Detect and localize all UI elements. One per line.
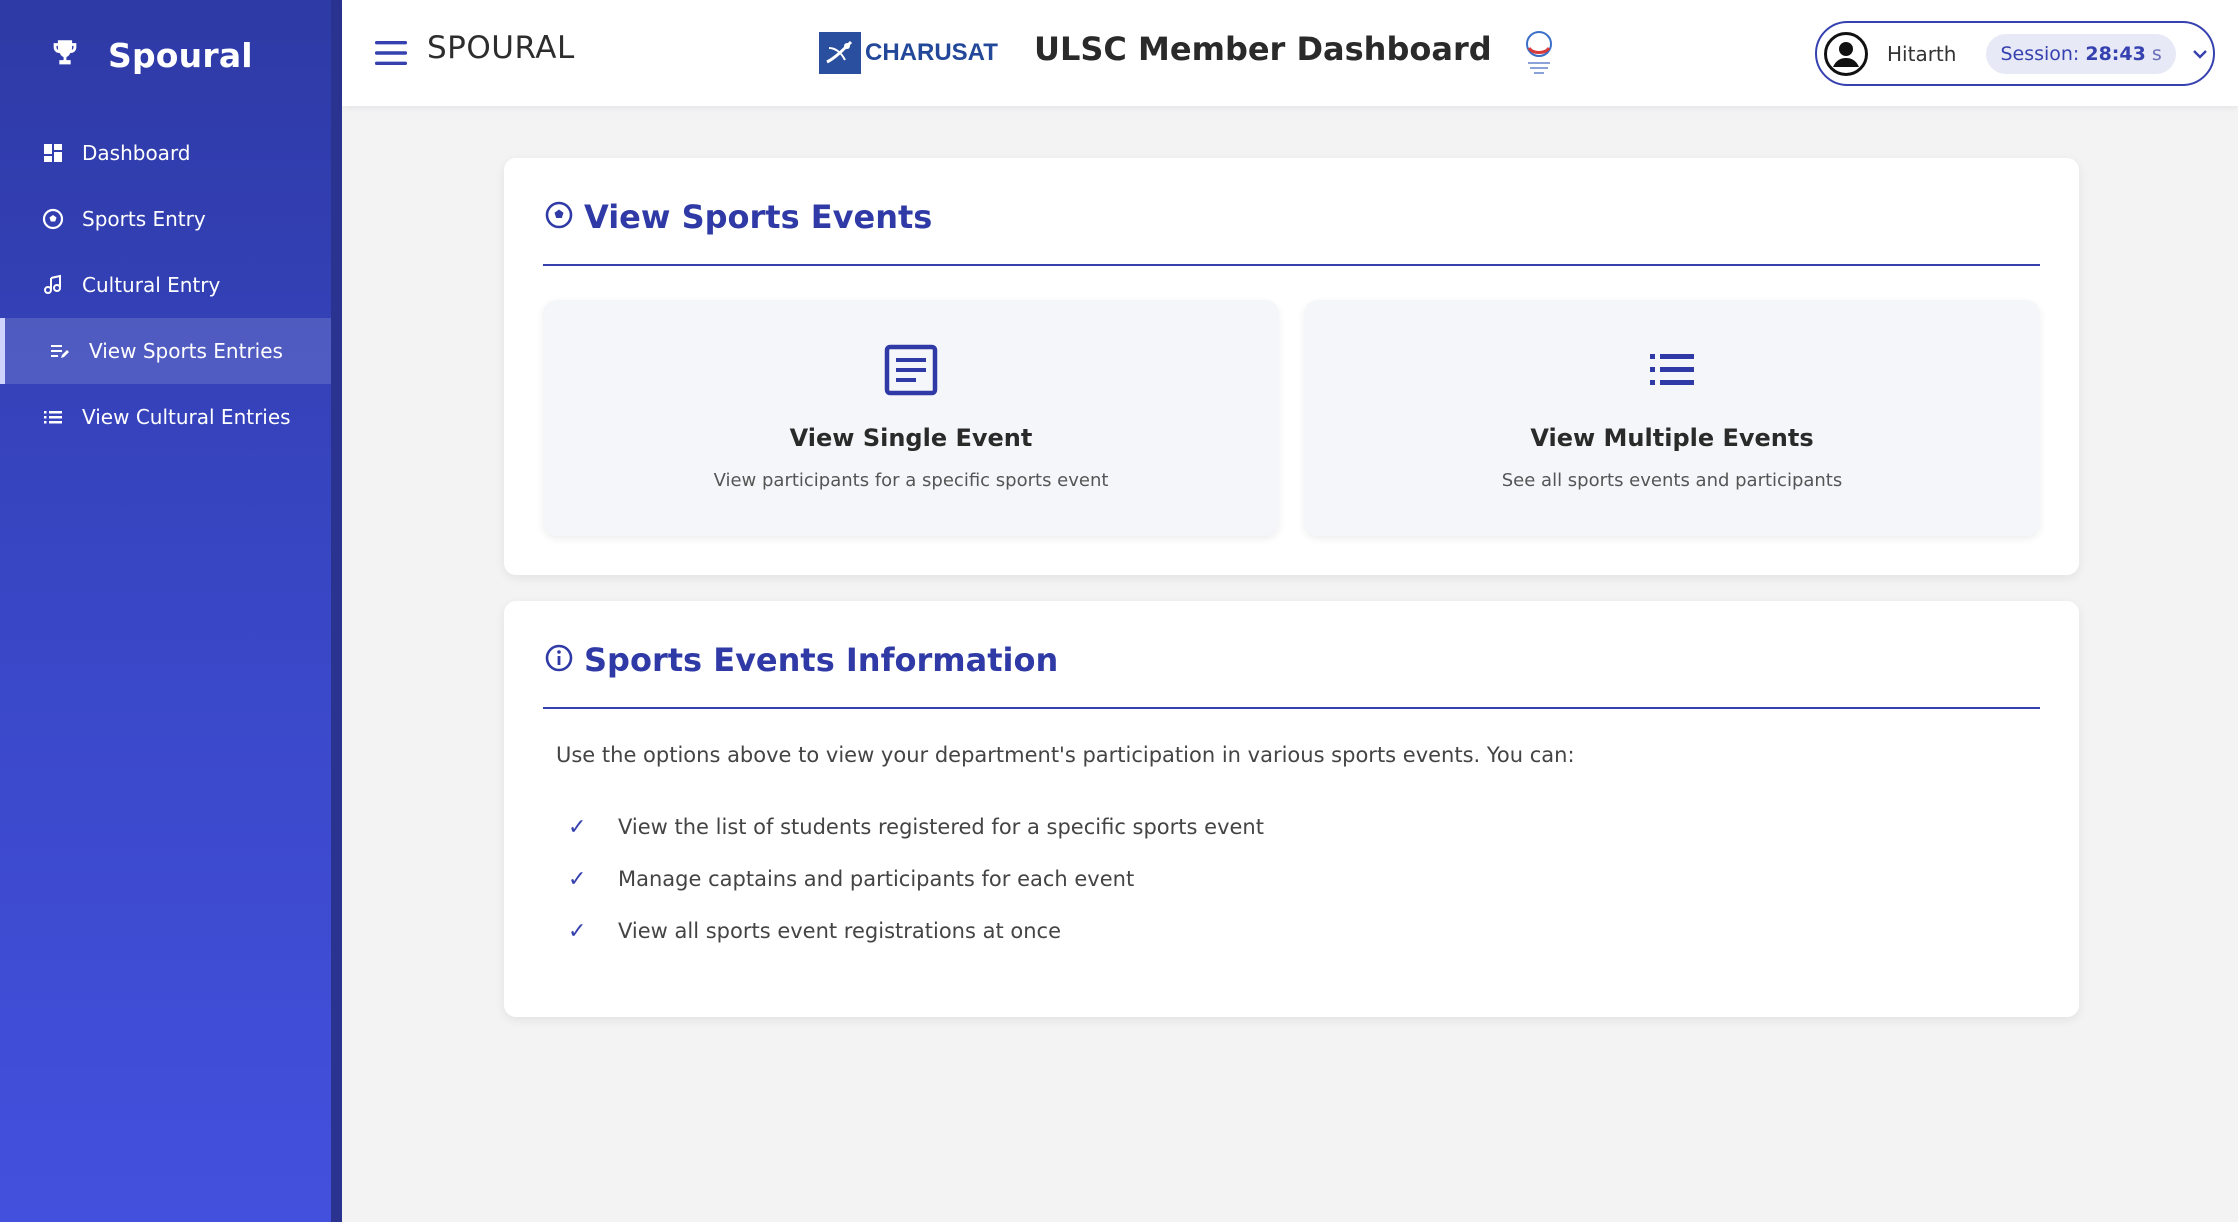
list-item: ✓ Manage captains and participants for ea…: [568, 853, 1264, 905]
document-icon: [883, 344, 939, 396]
checkmark-icon: ✓: [568, 918, 587, 944]
soccer-ball-icon: [42, 208, 64, 230]
list-item-text: View all sports event registrations at o…: [618, 919, 1061, 943]
list-item: ✓ View all sports event registrations at …: [568, 905, 1264, 957]
sidebar-item-view-cultural-entries[interactable]: View Cultural Entries: [0, 384, 331, 450]
card-header: View Sports Events: [544, 198, 932, 236]
sidebar-item-label: View Cultural Entries: [82, 405, 291, 429]
list-icon: [42, 406, 64, 428]
view-single-event-option[interactable]: View Single Event View participants for …: [543, 300, 1279, 536]
avatar: [1823, 31, 1869, 77]
brand[interactable]: Spoural: [48, 30, 253, 80]
ulsc-logo-icon: [1512, 26, 1566, 80]
app-title: SPOURAL: [427, 30, 575, 66]
sidebar-item-dashboard[interactable]: Dashboard: [0, 120, 331, 186]
dashboard-icon: [42, 142, 64, 164]
sidebar-item-sports-entry[interactable]: Sports Entry: [0, 186, 331, 252]
page-title: ULSC Member Dashboard: [1034, 30, 1492, 68]
user-menu[interactable]: Hitarth Session: 28:43 s: [1815, 21, 2215, 86]
list-item-text: View the list of students registered for…: [618, 815, 1264, 839]
sports-events-info-card: Sports Events Information Use the option…: [504, 601, 2079, 1017]
session-unit: s: [2151, 42, 2162, 65]
top-header: SPOURAL CHARUSAT ULSC Member Dashboard H…: [342, 0, 2238, 106]
divider: [543, 707, 2040, 709]
brand-name: Spoural: [108, 35, 253, 75]
list-edit-icon: [49, 340, 71, 362]
sidebar-item-view-sports-entries[interactable]: View Sports Entries: [0, 318, 331, 384]
sidebar: Spoural Dashboard Sports Entry Cultural …: [0, 0, 331, 1222]
session-badge: Session: 28:43 s: [1986, 33, 2176, 74]
charusat-emblem-icon: [819, 32, 861, 74]
info-intro: Use the options above to view your depar…: [556, 743, 1575, 767]
sidebar-item-label: Cultural Entry: [82, 273, 221, 297]
sidebar-nav: Dashboard Sports Entry Cultural Entry Vi…: [0, 120, 331, 450]
music-note-icon: [42, 274, 64, 296]
charusat-wordmark: CHARUSAT: [865, 39, 998, 66]
list-item: ✓ View the list of students registered fo…: [568, 801, 1264, 853]
view-multiple-events-option[interactable]: View Multiple Events See all sports even…: [1304, 300, 2040, 536]
checkmark-icon: ✓: [568, 866, 587, 892]
divider: [543, 264, 2040, 266]
list-item-text: Manage captains and participants for eac…: [618, 867, 1135, 891]
option-title: View Multiple Events: [1530, 424, 1814, 452]
card-header: Sports Events Information: [544, 641, 1058, 679]
option-description: View participants for a specific sports …: [713, 470, 1109, 491]
sidebar-item-label: Dashboard: [82, 141, 191, 165]
sidebar-item-label: Sports Entry: [82, 207, 206, 231]
info-icon: [544, 643, 574, 677]
session-label: Session:: [2000, 42, 2080, 65]
sidebar-scrollbar[interactable]: [331, 0, 342, 1222]
charusat-logo: CHARUSAT: [819, 32, 998, 74]
session-time: 28:43: [2085, 42, 2146, 65]
chevron-down-icon[interactable]: [2190, 44, 2210, 64]
card-title: View Sports Events: [584, 198, 933, 236]
card-title: Sports Events Information: [584, 641, 1059, 679]
option-title: View Single Event: [789, 424, 1033, 452]
user-name: Hitarth: [1887, 41, 1957, 66]
view-sports-events-card: View Sports Events View Single Event Vie…: [504, 158, 2079, 575]
soccer-ball-icon: [544, 200, 574, 234]
checkmark-icon: ✓: [568, 814, 587, 840]
menu-toggle-icon[interactable]: [374, 38, 408, 68]
list-icon: [1644, 344, 1700, 396]
info-checklist: ✓ View the list of students registered fo…: [568, 801, 1264, 957]
sidebar-item-cultural-entry[interactable]: Cultural Entry: [0, 252, 331, 318]
option-description: See all sports events and participants: [1501, 470, 1843, 491]
sidebar-item-label: View Sports Entries: [89, 339, 283, 363]
trophy-icon: [48, 36, 82, 74]
